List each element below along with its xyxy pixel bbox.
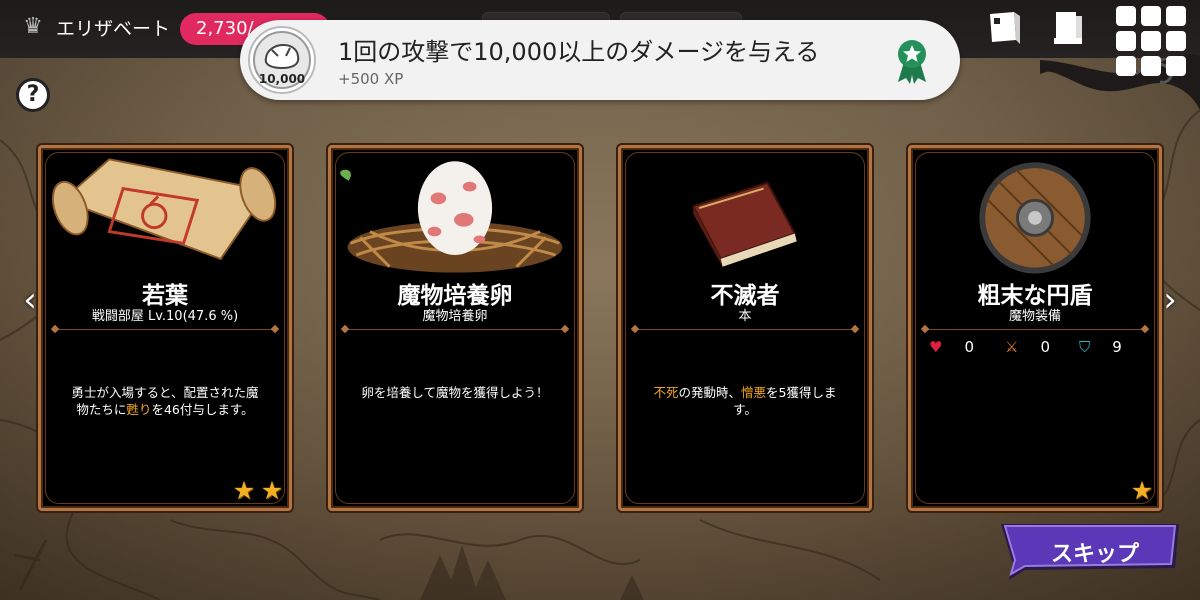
achievement-toast[interactable]: 10,000 1回の攻撃で10,000以上のダメージを与える +500 XP (240, 20, 960, 100)
skip-button[interactable]: スキップ (995, 520, 1185, 582)
achievement-xp: +500 XP (338, 70, 404, 88)
star-icon: ★ (232, 476, 256, 505)
shield-icon (979, 162, 1091, 274)
achievement-title: 1回の攻撃で10,000以上のダメージを与える (338, 38, 820, 66)
achievement-badge-label: 10,000 (258, 72, 306, 86)
scroll-icon (51, 158, 277, 261)
card-description: 卵を培養して魔物を獲得しよう！ (361, 385, 549, 400)
stat-atk: ⚔ 0 (1005, 338, 1050, 356)
card-desc-highlight: 不死 (653, 385, 679, 400)
reward-card-shield[interactable]: 粗末な円盾 魔物装備 ♥ 0 ⚔ 0 ⛉ 9 ★ (908, 145, 1162, 511)
help-button[interactable]: ? (16, 78, 50, 112)
card-divider (345, 329, 565, 330)
card-divider (925, 329, 1145, 330)
stat-atk-value: 0 (1040, 338, 1050, 356)
card-subtitle: 魔物装備 (1008, 309, 1061, 324)
stat-def-value: 9 (1112, 338, 1122, 356)
egg-nest-icon (340, 161, 563, 273)
sword-icon: ⚔ (1005, 338, 1019, 356)
reward-card-egg[interactable]: 魔物培養卵 魔物培養卵 卵を培養して魔物を獲得しよう！ (328, 145, 582, 511)
heart-icon: ♥ (929, 338, 943, 356)
card-description: 不死の発動時、憎悪を5獲得します。 (647, 384, 843, 418)
stat-def: ⛉ 9 (1079, 338, 1122, 356)
stat-hp-value: 0 (964, 338, 974, 356)
card-divider (55, 329, 275, 330)
menu-grid-icon[interactable] (1116, 6, 1186, 76)
achievement-badge-icon: 10,000 (248, 26, 316, 94)
crown-icon[interactable]: ♛ (18, 12, 48, 42)
award-ribbon-icon (898, 40, 926, 84)
equipment-stats: ♥ 0 ⚔ 0 ⛉ 9 (925, 338, 1145, 360)
card-desc-highlight: 憎悪 (741, 385, 767, 400)
book-icon (691, 181, 797, 267)
star-icon: ★ (1130, 476, 1154, 505)
card-desc-text: の発動時、 (678, 385, 742, 400)
rarity-stars: ★ ★ (231, 478, 285, 504)
rarity-stars: ★ (1129, 478, 1155, 504)
card-subtitle: 魔物培養卵 (422, 309, 488, 324)
card-subtitle: 戦闘部屋 Lv.10(47.6 %) (91, 309, 239, 324)
next-arrow-icon[interactable]: › (1158, 282, 1182, 318)
card-divider (635, 329, 855, 330)
stat-hp: ♥ 0 (929, 338, 974, 356)
card-desc-highlight: 甦り (126, 402, 152, 417)
card-desc-text: を46付与します。 (151, 402, 254, 417)
reward-card-book[interactable]: 不滅者 本 不死の発動時、憎悪を5獲得します。 (618, 145, 872, 511)
reward-card-scroll[interactable]: 若葉 戦闘部屋 Lv.10(47.6 %) 勇士が入場すると、配置された魔物たち… (38, 145, 292, 511)
card-description: 勇士が入場すると、配置された魔物たちに甦りを46付与します。 (67, 384, 263, 418)
star-icon: ★ (260, 476, 284, 505)
shield-small-icon: ⛉ (1079, 338, 1091, 356)
card-subtitle: 本 (738, 309, 752, 324)
book-icon[interactable] (984, 8, 1024, 48)
skip-label: スキップ (1050, 542, 1139, 567)
prev-arrow-icon[interactable]: ‹ (18, 282, 42, 318)
player-name: エリザベート (56, 18, 171, 40)
